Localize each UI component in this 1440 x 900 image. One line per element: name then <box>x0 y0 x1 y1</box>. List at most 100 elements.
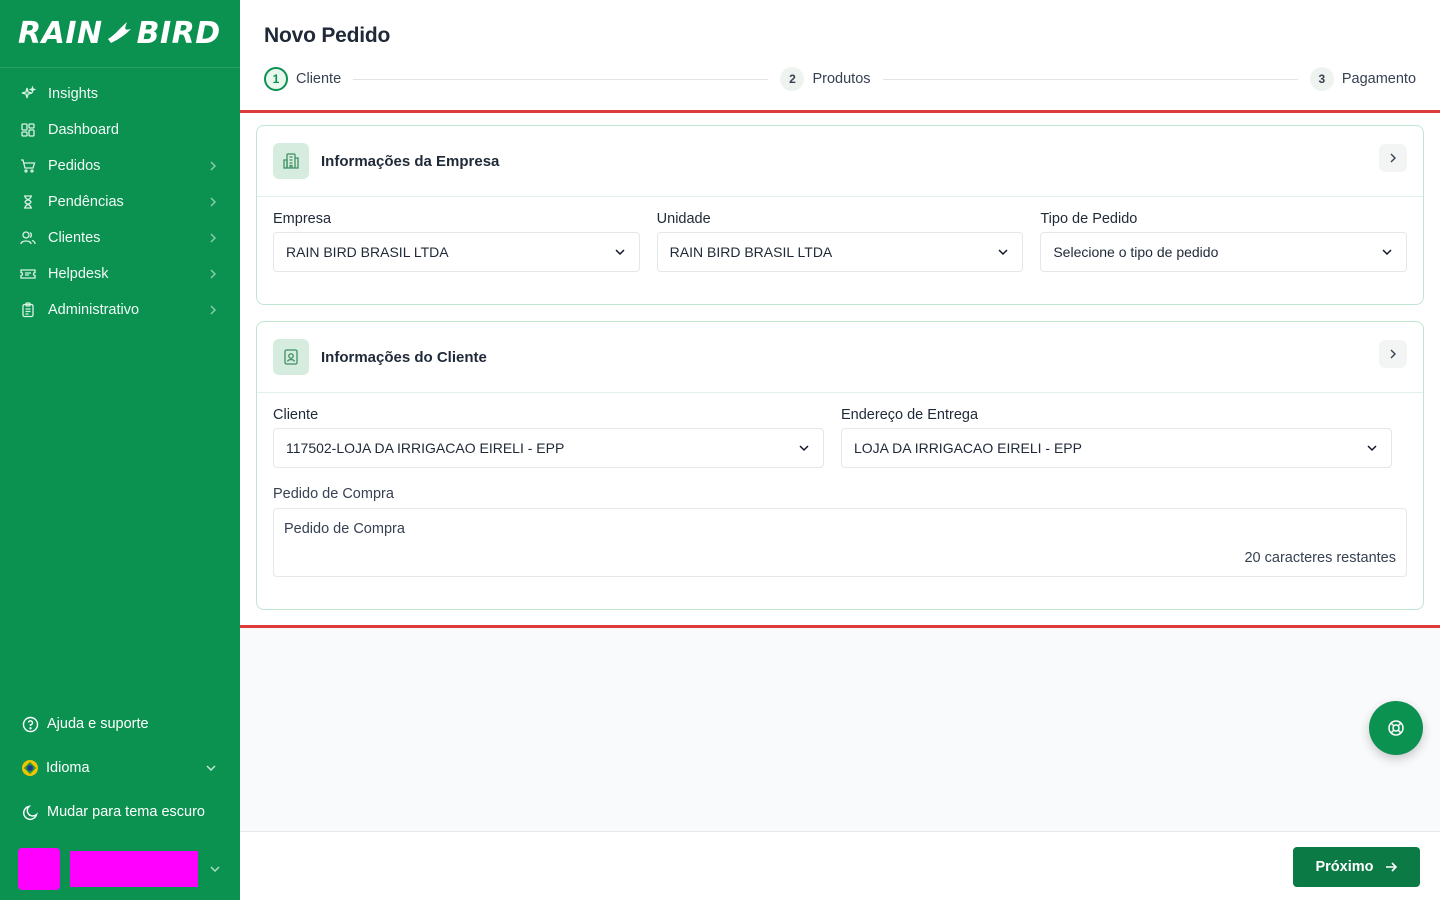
sidebar-item-label: Pedidos <box>48 158 101 174</box>
language-selector[interactable]: Idioma <box>0 746 240 790</box>
language-label: Idioma <box>46 760 90 776</box>
char-counter: 20 caracteres restantes <box>1244 550 1396 566</box>
lifebuoy-icon <box>1388 720 1404 736</box>
sparkles-icon <box>20 86 36 102</box>
chevron-down-icon <box>996 245 1010 259</box>
select-placeholder: Selecione o tipo de pedido <box>1053 244 1219 260</box>
select-value: LOJA DA IRRIGACAO EIRELI - EPP <box>854 440 1082 456</box>
sidebar-item-administrativo[interactable]: Administrativo <box>0 292 240 328</box>
cliente-select[interactable]: 117502-LOJA DA IRRIGACAO EIRELI - EPP <box>273 428 824 468</box>
dark-theme-toggle[interactable]: Mudar para tema escuro <box>0 790 240 834</box>
tipo-pedido-select[interactable]: Selecione o tipo de pedido <box>1040 232 1408 272</box>
help-circle-icon <box>22 716 39 733</box>
cart-icon <box>20 158 36 174</box>
support-chat-button[interactable] <box>1369 701 1423 755</box>
chevron-right-icon <box>206 303 220 317</box>
main-area: Novo Pedido 1 Cliente 2 Produtos 3 Pagam… <box>240 0 1440 900</box>
form-content: Informações da Empresa Empresa RAIN BIRD… <box>240 110 1440 628</box>
sidebar-item-label: Pendências <box>48 194 124 210</box>
dashboard-grid-icon <box>20 122 36 138</box>
chevron-right-icon <box>206 267 220 281</box>
sidebar-item-dashboard[interactable]: Dashboard <box>0 112 240 148</box>
chevron-right-icon <box>1390 349 1396 359</box>
sidebar-item-label: Insights <box>48 86 98 102</box>
sidebar-item-pendencias[interactable]: Pendências <box>0 184 240 220</box>
avatar <box>18 848 60 890</box>
contact-card-icon <box>273 339 309 375</box>
step-number: 3 <box>1309 67 1334 91</box>
logo-right-text: BIRD <box>136 16 221 51</box>
field-label: Empresa <box>273 211 332 227</box>
sidebar-item-helpdesk[interactable]: Helpdesk <box>0 256 240 292</box>
help-support-link[interactable]: Ajuda e suporte <box>0 702 240 746</box>
arrow-right-icon <box>1384 860 1398 874</box>
chevron-down-icon <box>1365 441 1379 455</box>
sidebar-bottom: Ajuda e suporte Idioma Mudar para tema e… <box>0 702 240 900</box>
sidebar-item-label: Administrativo <box>48 302 140 318</box>
next-button[interactable]: Próximo <box>1293 847 1420 887</box>
step-label: Produtos <box>812 71 871 87</box>
field-label: Endereço de Entrega <box>841 407 979 423</box>
chevron-right-icon <box>1390 153 1396 163</box>
chevron-right-icon <box>206 195 220 209</box>
company-info-card: Informações da Empresa Empresa RAIN BIRD… <box>256 125 1424 305</box>
hourglass-icon <box>20 194 36 210</box>
cliente-field: Cliente 117502-LOJA DA IRRIGACAO EIRELI … <box>273 407 824 468</box>
step-connector <box>353 78 769 80</box>
client-card-header[interactable]: Informações do Cliente <box>257 322 1423 393</box>
endereco-entrega-select[interactable]: LOJA DA IRRIGACAO EIRELI - EPP <box>841 428 1392 468</box>
user-menu[interactable] <box>0 838 240 900</box>
sidebar-nav: Insights Dashboard Pedidos Pendências Cl… <box>0 68 240 328</box>
card-expand-button[interactable] <box>1379 144 1407 172</box>
company-card-header[interactable]: Informações da Empresa <box>257 126 1423 197</box>
brand-logo[interactable]: RAIN BIRD <box>0 0 240 68</box>
logo-left-text: RAIN <box>18 16 103 51</box>
moon-icon <box>22 804 39 821</box>
unidade-field: Unidade RAIN BIRD BRASIL LTDA <box>656 211 1024 272</box>
chevron-down-icon <box>204 761 218 775</box>
sidebar-item-clientes[interactable]: Clientes <box>0 220 240 256</box>
order-stepper: 1 Cliente 2 Produtos 3 Pagamento <box>264 66 1416 92</box>
chevron-down-icon <box>1380 245 1394 259</box>
sidebar: RAIN BIRD Insights Dashboard Pedidos Pen… <box>0 0 240 900</box>
chevron-down-icon <box>613 245 627 259</box>
bird-logo-icon <box>107 21 131 43</box>
field-label: Pedido de Compra <box>273 486 394 502</box>
user-name-redacted <box>70 851 198 887</box>
step-cliente[interactable]: 1 Cliente <box>264 67 341 91</box>
step-produtos[interactable]: 2 Produtos <box>780 67 871 91</box>
card-title: Informações da Empresa <box>321 152 500 170</box>
sidebar-item-insights[interactable]: Insights <box>0 76 240 112</box>
brazil-flag-icon <box>22 760 38 776</box>
step-number: 1 <box>264 67 288 91</box>
empresa-select[interactable]: RAIN BIRD BRASIL LTDA <box>273 232 640 272</box>
next-button-label: Próximo <box>1315 859 1374 875</box>
pedido-compra-input[interactable]: Pedido de Compra 20 caracteres restantes <box>273 508 1407 577</box>
sidebar-item-label: Clientes <box>48 230 101 246</box>
chevron-down-icon <box>797 441 811 455</box>
endereco-entrega-field: Endereço de Entrega LOJA DA IRRIGACAO EI… <box>841 407 1392 468</box>
card-expand-button[interactable] <box>1379 340 1407 368</box>
field-label: Cliente <box>273 407 319 423</box>
page-footer: Próximo <box>240 831 1440 900</box>
unidade-select[interactable]: RAIN BIRD BRASIL LTDA <box>656 232 1024 272</box>
clipboard-icon <box>20 302 36 318</box>
input-placeholder: Pedido de Compra <box>284 521 405 537</box>
company-card-body: Empresa RAIN BIRD BRASIL LTDA Unidade RA… <box>257 197 1423 304</box>
client-card-body: Cliente 117502-LOJA DA IRRIGACAO EIRELI … <box>257 393 1423 609</box>
help-support-label: Ajuda e suporte <box>47 716 149 732</box>
card-title: Informações do Cliente <box>321 348 487 366</box>
client-info-card: Informações do Cliente Cliente 117502-LO… <box>256 321 1424 610</box>
logo-text: RAIN BIRD <box>18 16 221 51</box>
step-label: Pagamento <box>1341 71 1417 87</box>
step-pagamento[interactable]: 3 Pagamento <box>1309 67 1417 91</box>
users-icon <box>20 230 36 246</box>
sidebar-item-label: Dashboard <box>48 122 119 138</box>
chevron-down-icon <box>208 862 222 876</box>
step-connector <box>882 78 1298 80</box>
empresa-field: Empresa RAIN BIRD BRASIL LTDA <box>273 211 640 272</box>
field-label: Unidade <box>656 211 711 227</box>
page-header: Novo Pedido 1 Cliente 2 Produtos 3 Pagam… <box>240 0 1440 110</box>
sidebar-item-pedidos[interactable]: Pedidos <box>0 148 240 184</box>
chevron-right-icon <box>206 159 220 173</box>
